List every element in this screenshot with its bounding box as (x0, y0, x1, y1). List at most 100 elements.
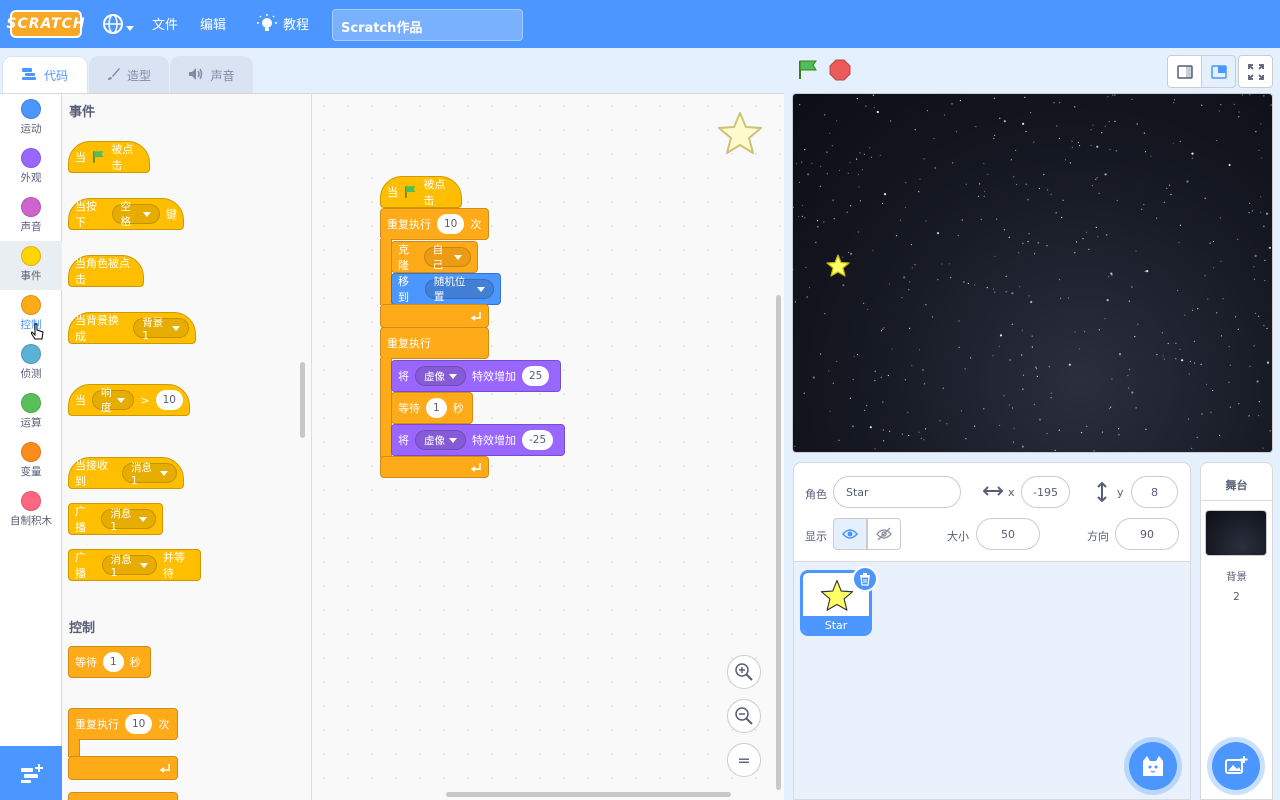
backdrops-count: 2 (1233, 591, 1240, 603)
block-text: > (140, 393, 150, 407)
sprite-name-input[interactable]: Star (833, 476, 961, 508)
tutorials-menu[interactable]: 教程 (283, 14, 309, 33)
block-text: 次 (470, 218, 482, 231)
block-text: 键 (166, 208, 177, 221)
motion-dot-icon (21, 99, 41, 119)
small-stage-button[interactable] (1167, 55, 1202, 88)
green-flag-icon (93, 151, 104, 163)
show-hidden-button[interactable] (867, 518, 901, 550)
script-wait[interactable]: 等待 1 秒 (391, 392, 473, 424)
add-sprite-button[interactable] (1129, 742, 1177, 790)
block-when-sprite-clicked[interactable]: 当角色被点击 (68, 255, 144, 287)
script-forever[interactable]: 重复执行 (380, 327, 489, 359)
block-text: 秒 (129, 656, 141, 669)
file-menu[interactable]: 文件 (152, 14, 178, 33)
operators-dot-icon (21, 393, 41, 413)
script-horizontal-scrollbar[interactable] (446, 792, 731, 797)
dropdown-value: 自己 (432, 244, 444, 271)
zoom-in-button[interactable] (727, 655, 761, 689)
wait-input[interactable]: 1 (103, 652, 124, 672)
fullscreen-icon (1247, 63, 1264, 80)
message-dropdown[interactable]: 消息1 (122, 462, 177, 487)
show-visible-button[interactable] (833, 518, 867, 550)
loudness-dropdown[interactable]: 响度 (92, 387, 135, 414)
block-broadcast[interactable]: 广播 消息1 (68, 503, 163, 535)
category-label: 外观 (20, 172, 42, 184)
direction-input[interactable]: 90 (1115, 518, 1179, 550)
zoom-reset-button[interactable]: = (727, 743, 761, 777)
size-input[interactable]: 50 (976, 518, 1040, 550)
script-goto[interactable]: 移到 随机位置 (391, 273, 501, 305)
category-variables[interactable]: 变量 (0, 437, 62, 486)
repeat-input[interactable]: 10 (125, 714, 153, 734)
category-my-blocks[interactable]: 自制积木 (0, 486, 62, 535)
my-blocks-dot-icon (21, 491, 41, 511)
loudness-input[interactable]: 10 (155, 390, 183, 410)
add-extension-button[interactable] (0, 746, 62, 800)
block-when-receive[interactable]: 当接收到 消息1 (68, 457, 184, 489)
star-sprite[interactable] (826, 254, 850, 281)
category-events[interactable]: 事件 (0, 241, 62, 290)
tab-sounds-label: 声音 (210, 69, 235, 83)
script-when-flag-clicked[interactable]: 当 被点击 (380, 176, 462, 208)
effect-plus-input[interactable]: 25 (522, 366, 550, 386)
chevron-down-icon[interactable] (126, 20, 134, 34)
block-when-key-pressed[interactable]: 当按下 空格 键 (68, 198, 184, 230)
category-sound[interactable]: 声音 (0, 192, 62, 241)
project-title-input[interactable]: Scratch作品 (332, 9, 523, 41)
script-vertical-scrollbar[interactable] (776, 295, 781, 790)
effect-dropdown[interactable]: 虚像 (415, 430, 466, 450)
effect-minus-input[interactable]: -25 (522, 430, 554, 450)
script-change-effect-plus[interactable]: 将 虚像 特效增加 25 (391, 360, 561, 392)
broadcast-dropdown[interactable]: 消息1 (101, 508, 156, 533)
small-stage-icon (1176, 64, 1193, 79)
dropdown-value: 消息1 (110, 507, 132, 533)
key-dropdown[interactable]: 空格 (111, 201, 160, 228)
broadcast-wait-dropdown[interactable]: 消息1 (101, 554, 157, 579)
block-when-loudness[interactable]: 当 响度 > 10 (68, 384, 190, 416)
tab-sounds[interactable]: 声音 (170, 56, 253, 94)
y-input[interactable]: 8 (1131, 476, 1178, 508)
stage-canvas[interactable] (792, 93, 1273, 453)
block-text: 重复执行 (387, 337, 431, 350)
category-operators[interactable]: 运算 (0, 388, 62, 437)
script-change-effect-minus[interactable]: 将 虚像 特效增加 -25 (391, 424, 565, 456)
large-stage-button[interactable] (1201, 55, 1236, 88)
category-motion[interactable]: 运动 (0, 94, 62, 143)
block-partial[interactable] (68, 792, 178, 800)
block-text: 当接收到 (75, 459, 108, 488)
script-repeat[interactable]: 重复执行 10 次 (380, 208, 489, 240)
backdrop-thumbnail[interactable] (1205, 510, 1267, 556)
zoom-out-button[interactable] (727, 699, 761, 733)
fullscreen-button[interactable] (1238, 55, 1273, 88)
script-wait-input[interactable]: 1 (426, 398, 447, 418)
goto-target-dropdown[interactable]: 随机位置 (424, 276, 494, 303)
block-wait-seconds[interactable]: 等待 1 秒 (68, 646, 151, 678)
script-clone[interactable]: 克隆 自己 (391, 241, 478, 273)
lightbulb-icon (257, 14, 277, 37)
block-when-flag-clicked[interactable]: 当 被点击 (68, 141, 150, 173)
clone-target-dropdown[interactable]: 自己 (423, 244, 471, 271)
green-flag-icon (799, 60, 817, 79)
category-label: 自制积木 (10, 515, 52, 527)
category-looks[interactable]: 外观 (0, 143, 62, 192)
effect-dropdown[interactable]: 虚像 (415, 366, 466, 386)
delete-sprite-button[interactable] (852, 566, 878, 592)
backdrop-dropdown[interactable]: 背景1 (133, 317, 189, 342)
green-flag-run-button[interactable] (797, 59, 819, 84)
cat-add-icon (1143, 756, 1163, 776)
stop-button[interactable] (829, 59, 851, 84)
language-globe-icon[interactable] (102, 13, 124, 35)
script-repeat-input[interactable]: 10 (437, 214, 465, 234)
tab-code[interactable]: 代码 (2, 56, 88, 94)
scratch-logo[interactable]: SCRATCH (6, 10, 85, 38)
block-broadcast-and-wait[interactable]: 广播 消息1 并等待 (68, 549, 201, 581)
category-sensing[interactable]: 侦测 (0, 339, 62, 388)
x-input[interactable]: -195 (1021, 476, 1070, 508)
palette-scrollbar[interactable] (300, 362, 305, 438)
add-backdrop-button[interactable] (1212, 742, 1260, 790)
tab-costumes[interactable]: 造型 (89, 56, 169, 94)
block-when-backdrop-switches[interactable]: 当背景换成 背景1 (68, 312, 196, 344)
edit-menu[interactable]: 编辑 (200, 14, 226, 33)
block-repeat[interactable]: 重复执行 10 次 (68, 708, 178, 740)
